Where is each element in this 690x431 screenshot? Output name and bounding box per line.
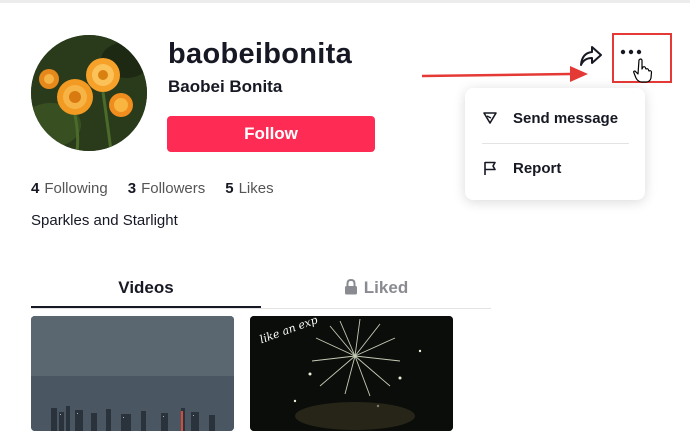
menu-item-report[interactable]: Report xyxy=(465,146,645,190)
tab-liked[interactable]: Liked xyxy=(261,270,491,307)
stat-likes: 5 Likes xyxy=(225,180,273,197)
followers-label: Followers xyxy=(141,180,206,197)
following-count: 4 xyxy=(31,180,40,197)
username: baobeibonita xyxy=(168,38,353,70)
send-icon xyxy=(483,112,497,124)
tab-videos-label: Videos xyxy=(118,278,174,297)
video-thumbnail[interactable]: like an exp xyxy=(250,316,453,431)
bio: Sparkles and Starlight xyxy=(31,212,178,229)
stat-following[interactable]: 4 Following xyxy=(31,180,108,197)
avatar[interactable] xyxy=(31,35,147,151)
top-divider xyxy=(0,0,690,3)
hand-cursor-icon xyxy=(633,58,653,83)
avatar-image xyxy=(31,35,147,151)
city-skyline-image xyxy=(31,316,234,431)
menu-item-label: Send message xyxy=(513,109,619,127)
tab-videos[interactable]: Videos xyxy=(31,270,261,308)
followers-count: 3 xyxy=(127,180,137,197)
profile-stats: 4 Following 3 Followers 5 Likes xyxy=(31,180,274,197)
nickname: Baobei Bonita xyxy=(168,77,283,96)
flag-icon xyxy=(484,161,496,175)
likes-label: Likes xyxy=(238,180,274,197)
profile-tabs: Videos Liked xyxy=(31,270,491,309)
stat-followers[interactable]: 3 Followers xyxy=(128,180,206,197)
follow-button[interactable]: Follow xyxy=(167,116,375,152)
tab-liked-label: Liked xyxy=(363,278,409,297)
menu-item-send-message[interactable]: Send message xyxy=(465,96,645,140)
lock-icon xyxy=(344,278,357,295)
annotation-arrow xyxy=(421,66,588,82)
following-label: Following xyxy=(44,180,108,197)
likes-count: 5 xyxy=(225,180,234,197)
video-thumbnail[interactable] xyxy=(31,316,234,431)
more-options-menu: Send message Report xyxy=(465,88,645,200)
menu-item-label: Report xyxy=(513,159,562,177)
menu-divider xyxy=(482,143,629,144)
